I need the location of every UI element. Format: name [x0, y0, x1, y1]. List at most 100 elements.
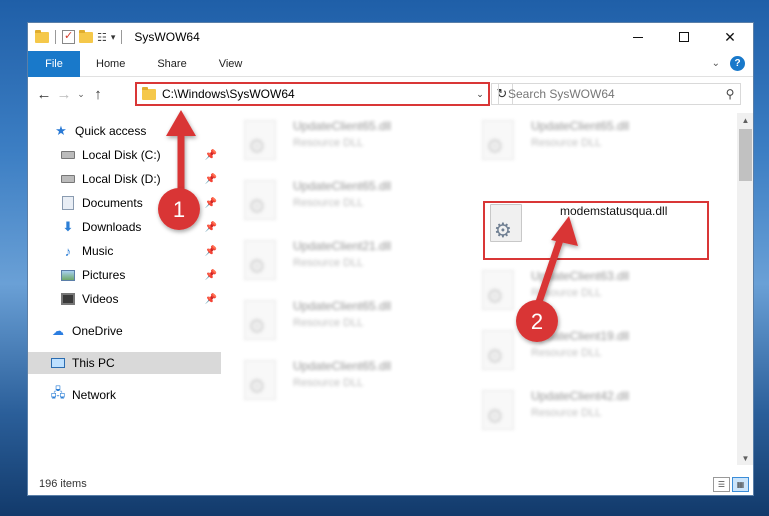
sidebar-item-this-pc[interactable]: This PC — [28, 352, 221, 374]
tab-file[interactable]: File — [28, 50, 80, 77]
sidebar-item-pictures[interactable]: Pictures 📌 — [28, 264, 221, 286]
pictures-icon — [60, 268, 76, 282]
sidebar-item-downloads[interactable]: ⬇ Downloads 📌 — [28, 216, 221, 238]
title-bar: ☷ ▾ SysWOW64 ✕ — [28, 23, 753, 51]
videos-icon — [60, 292, 76, 306]
file-item[interactable]: ⚙ UpdateClient65.dll Resource DLL — [224, 113, 450, 167]
file-item[interactable]: ⚙ UpdateClient65.dll Resource DLL — [462, 113, 688, 167]
tiles-view-icon[interactable]: ▦ — [732, 477, 749, 492]
sidebar-item-label: Quick access — [75, 124, 147, 138]
file-item[interactable]: ⚙ UpdateClient65.dll Resource DLL — [224, 293, 450, 347]
sidebar-item-videos[interactable]: Videos 📌 — [28, 288, 221, 310]
status-bar: 196 items ☰ ▦ — [28, 473, 753, 495]
file-item[interactable]: ⚙ UpdateClient65.dll Resource DLL — [224, 353, 450, 407]
sidebar-item-network[interactable]: 🖧 Network — [28, 384, 221, 406]
address-bar[interactable]: C:\Windows\SysWOW64 ⌄ — [135, 82, 490, 106]
file-type: Resource DLL — [531, 407, 602, 419]
dll-file-icon: ⚙ — [482, 270, 514, 310]
file-type: Resource DLL — [531, 287, 602, 299]
file-item[interactable]: ⚙ UpdateClient21.dll Resource DLL — [224, 233, 450, 287]
up-arrow-icon[interactable]: ↑ — [88, 86, 108, 103]
dll-file-icon: ⚙ — [482, 330, 514, 370]
file-name: modemstatusqua.dll — [560, 204, 668, 218]
tab-home[interactable]: Home — [80, 51, 141, 77]
downloads-icon: ⬇ — [62, 219, 74, 234]
file-type: Resource DLL — [293, 257, 364, 269]
scrollbar-thumb[interactable] — [739, 129, 752, 181]
sidebar-item-label: Downloads — [82, 220, 142, 234]
dll-file-icon: ⚙ — [490, 204, 522, 242]
music-icon: ♪ — [64, 243, 72, 259]
toolbar-dropdown-icon[interactable]: ▾ — [111, 32, 116, 43]
file-item[interactable]: ⚙ UpdateClient42.dll Resource DLL — [462, 383, 688, 437]
scroll-up-icon[interactable]: ▲ — [737, 113, 753, 127]
sidebar-item-label: Pictures — [82, 268, 126, 282]
tab-share[interactable]: Share — [141, 51, 202, 77]
file-name: UpdateClient65.dll — [293, 299, 392, 313]
maximize-button[interactable] — [661, 23, 707, 51]
sidebar-item-music[interactable]: ♪ Music 📌 — [28, 240, 221, 262]
navigation-pane: ★ Quick access Local Disk (C:) 📌 Local D… — [28, 115, 221, 465]
file-type: Resource DLL — [531, 137, 602, 149]
scroll-down-icon[interactable]: ▼ — [737, 451, 753, 465]
documents-icon — [60, 196, 76, 210]
explorer-window: ☷ ▾ SysWOW64 ✕ File Home Share View ⌄ ? … — [27, 22, 754, 496]
sidebar-item-label: Local Disk (C:) — [82, 148, 161, 162]
ribbon-right: ⌄ ? — [712, 56, 753, 71]
pin-icon: 📌 — [204, 245, 217, 257]
chevron-down-icon[interactable]: ⌄ — [472, 89, 488, 100]
search-input[interactable]: Search SysWOW64 ⚲ — [498, 83, 741, 105]
customize-icon[interactable]: ☷ — [97, 31, 107, 44]
dll-file-icon: ⚙ — [482, 120, 514, 160]
sidebar-item-documents[interactable]: Documents 📌 — [28, 192, 221, 214]
help-icon[interactable]: ? — [730, 56, 745, 71]
back-arrow-icon[interactable]: ← — [34, 86, 54, 103]
new-folder-icon[interactable] — [79, 29, 93, 43]
sidebar-item-local-disk-d[interactable]: Local Disk (D:) 📌 — [28, 168, 221, 190]
file-item[interactable]: ⚙ UpdateClient65.dll Resource DLL — [224, 173, 450, 227]
file-name: UpdateClient65.dll — [531, 119, 630, 133]
file-name: UpdateClient63.dll — [531, 269, 630, 283]
search-placeholder: Search SysWOW64 — [508, 87, 615, 101]
pin-icon: 📌 — [204, 269, 217, 281]
quick-access-toolbar: ☷ ▾ — [28, 29, 124, 44]
file-type: Resource DLL — [531, 347, 602, 359]
sidebar-item-label: This PC — [72, 356, 115, 370]
details-view-icon[interactable]: ☰ — [713, 477, 730, 492]
file-name: UpdateClient65.dll — [293, 359, 392, 373]
sidebar-item-label: Music — [82, 244, 114, 258]
tab-view[interactable]: View — [203, 51, 259, 77]
file-list: ⚙ UpdateClient65.dll Resource DLL ⚙ Upda… — [224, 113, 739, 465]
recent-locations-icon[interactable]: ⌄ — [74, 89, 88, 100]
dll-file-icon: ⚙ — [244, 180, 276, 220]
sidebar-item-label: Network — [72, 388, 117, 402]
sidebar-item-label: OneDrive — [72, 324, 123, 338]
file-item[interactable]: ⚙ UpdateClient19.dll Resource DLL — [462, 323, 688, 377]
item-count: 196 items — [39, 478, 87, 490]
sidebar-item-quick-access[interactable]: ★ Quick access — [28, 120, 221, 142]
sidebar-item-label: Documents — [82, 196, 143, 210]
file-item[interactable]: ⚙ UpdateClient63.dll Resource DLL — [462, 263, 688, 317]
network-icon: 🖧 — [50, 385, 66, 400]
file-type: Resource DLL — [293, 137, 364, 149]
properties-icon[interactable] — [62, 29, 75, 44]
minimize-button[interactable] — [615, 23, 661, 51]
pin-icon: 📌 — [204, 293, 217, 305]
search-icon[interactable]: ⚲ — [720, 87, 740, 101]
window-title: SysWOW64 — [134, 30, 200, 44]
file-type: Resource DLL — [293, 197, 364, 209]
folder-icon — [142, 86, 156, 100]
file-name: UpdateClient42.dll — [531, 389, 630, 403]
vertical-scrollbar[interactable]: ▲ ▼ — [737, 113, 753, 465]
close-button[interactable]: ✕ — [707, 23, 753, 51]
toolbar-divider — [55, 30, 56, 44]
chevron-down-icon[interactable]: ⌄ — [712, 58, 720, 69]
pin-icon: 📌 — [204, 221, 217, 233]
file-type: Resource DLL — [293, 317, 364, 329]
file-item[interactable]: ⚙ modemstatusqua.dll — [462, 198, 688, 252]
sidebar-item-onedrive[interactable]: ☁ OneDrive — [28, 320, 221, 342]
sidebar-item-local-disk-c[interactable]: Local Disk (C:) 📌 — [28, 144, 221, 166]
window-controls: ✕ — [615, 23, 753, 51]
address-path[interactable]: C:\Windows\SysWOW64 — [162, 87, 472, 101]
forward-arrow-icon[interactable]: → — [54, 86, 74, 103]
